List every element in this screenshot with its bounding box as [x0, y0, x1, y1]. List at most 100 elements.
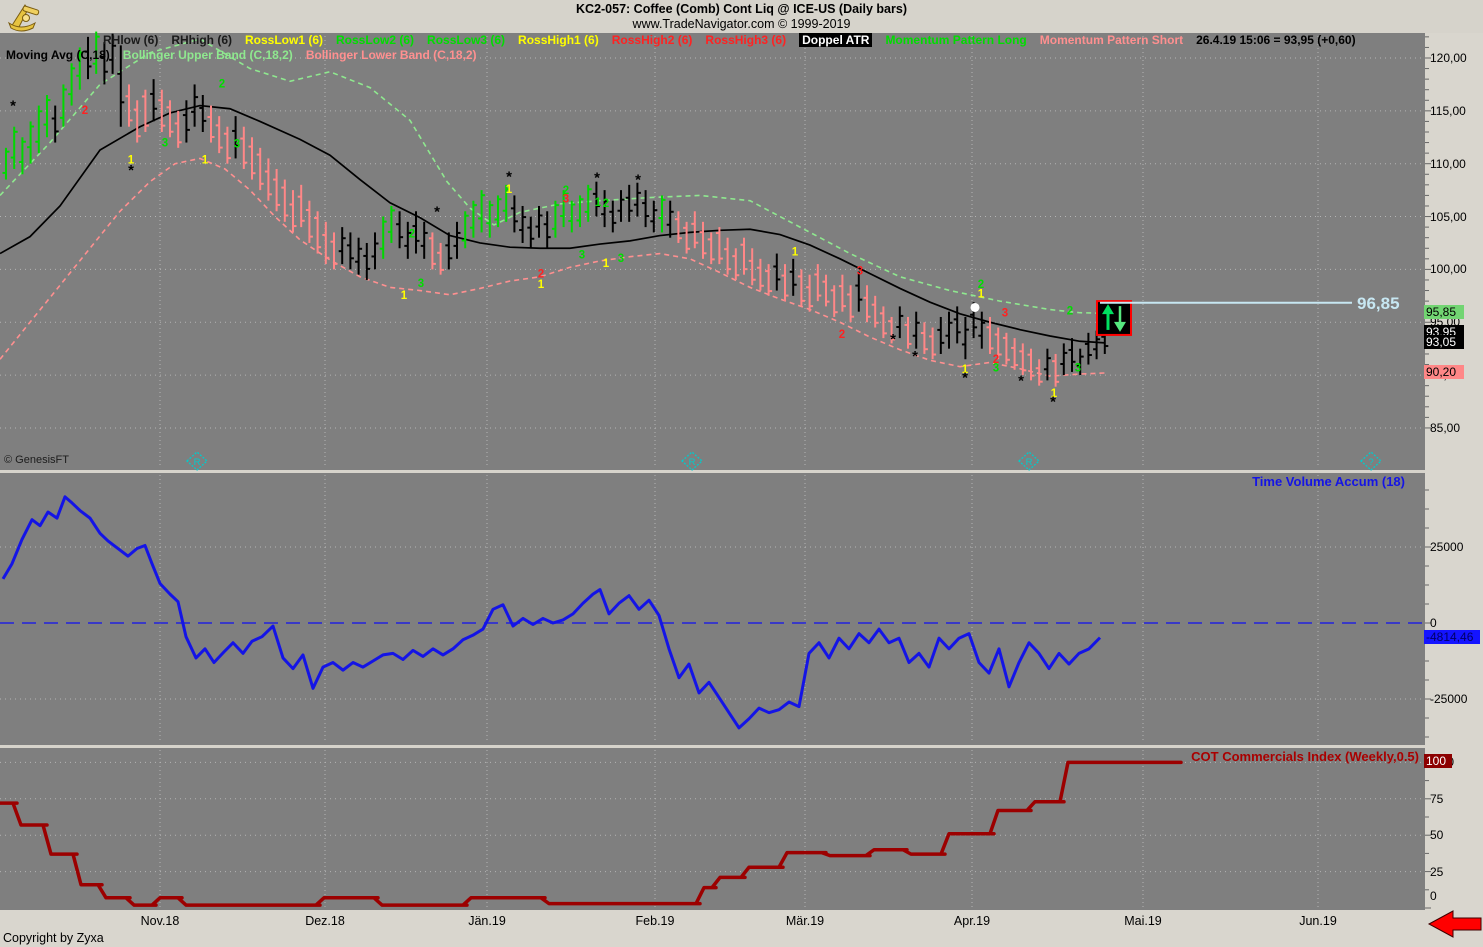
asterisk-marker: * — [434, 203, 440, 220]
price-bar — [741, 238, 748, 275]
legend-item-momentum-pattern-short[interactable]: Momentum Pattern Short — [1040, 33, 1183, 47]
asterisk-marker: * — [890, 331, 896, 348]
ross-hook-marker: 1 — [603, 258, 610, 270]
price-bar — [896, 306, 903, 338]
price-bar — [577, 195, 584, 227]
price-bar — [134, 100, 141, 142]
legend-item-momentum-pattern-long[interactable]: Momentum Pattern Long — [885, 33, 1026, 47]
price-callout-label: 96,85 — [1357, 294, 1400, 314]
legend-item-rosslow3-6-[interactable]: RossLow3 (6) — [427, 33, 505, 47]
ross-hook-marker: 1 — [401, 290, 408, 302]
price-bar — [224, 127, 231, 164]
rollover-diamond-marker[interactable]: R — [682, 452, 702, 470]
genesis-watermark: © GenesisFT — [4, 454, 69, 466]
price-bar — [921, 322, 928, 354]
ross-hook-marker: 2 — [1067, 306, 1073, 318]
price-bar — [27, 121, 34, 163]
price-badge: 95,85 — [1424, 305, 1464, 319]
rollover-diamond-marker[interactable]: R — [1019, 452, 1039, 470]
price-bar — [372, 232, 379, 269]
price-bar — [1003, 333, 1010, 365]
ross-hook-marker: 3 — [857, 265, 863, 277]
volume-panel-title[interactable]: Time Volume Accum (18) — [1252, 474, 1405, 489]
asterisk-marker: * — [10, 98, 16, 115]
price-bar — [445, 232, 452, 269]
scroll-left-arrow[interactable] — [1429, 911, 1481, 937]
price-bar — [765, 264, 772, 296]
price-bar — [478, 190, 485, 232]
legend-item-doppel-atr[interactable]: Doppel ATR — [799, 33, 872, 47]
ross-hook-marker: 1 — [792, 246, 799, 258]
legend-item-rosslow1-6-[interactable]: RossLow1 (6) — [245, 33, 323, 47]
price-bar — [298, 185, 305, 227]
last-quote-label: 26.4.19 15:06 = 93,95 (+0,60) — [1196, 33, 1355, 47]
price-bar — [905, 317, 912, 349]
legend-item-bollinger-lower-band-c-18-2-[interactable]: Bollinger Lower Band (C,18,2) — [306, 48, 477, 62]
rollover-diamond-marker[interactable]: ? — [1361, 452, 1381, 470]
price-bar — [44, 95, 51, 137]
price-bar — [732, 248, 739, 280]
price-bar — [675, 211, 682, 243]
legend-item-bollinger-upper-band-c-18-2-[interactable]: Bollinger Upper Band (C,18,2) — [123, 48, 293, 62]
price-axis-label: 120,00 — [1430, 51, 1480, 65]
ross-hook-marker: 1 — [506, 184, 513, 196]
month-label-feb-19: Feb.19 — [620, 914, 690, 928]
signal-box[interactable] — [1097, 301, 1131, 335]
price-bar — [544, 211, 551, 248]
copyright-label: Copyright by Zyxa — [3, 931, 104, 945]
price-bar — [831, 285, 838, 317]
price-bar — [798, 269, 805, 306]
legend-item-moving-avg-c-18-[interactable]: Moving Avg (C,18) — [6, 48, 110, 62]
rollover-diamond-marker[interactable]: R — [187, 452, 207, 470]
asterisk-marker: * — [128, 162, 134, 179]
cot-axis-label: 50 — [1430, 828, 1480, 842]
time-volume-accum-line — [3, 497, 1100, 728]
price-bar — [847, 285, 854, 322]
svg-text:R: R — [194, 457, 201, 468]
price-bar — [1019, 343, 1026, 375]
legend-item-rhlow-6-[interactable]: RHlow (6) — [103, 33, 158, 47]
price-bar — [872, 296, 879, 328]
price-bar — [1060, 343, 1067, 375]
asterisk-marker: * — [635, 172, 641, 189]
price-bar — [429, 232, 436, 269]
price-bar — [60, 84, 67, 126]
price-axis-label: 115,00 — [1430, 104, 1480, 118]
svg-text:R: R — [1026, 457, 1033, 468]
volume-axis-label: 0 — [1430, 616, 1480, 630]
app-logo-icon[interactable] — [5, 1, 47, 33]
price-bar — [749, 248, 756, 285]
legend-item-rosshigh1-6-[interactable]: RossHigh1 (6) — [518, 33, 599, 47]
price-bar — [199, 95, 206, 132]
legend-item-rosslow2-6-[interactable]: RossLow2 (6) — [336, 33, 414, 47]
ross-hook-marker: 3 — [234, 139, 240, 151]
price-bar — [126, 84, 133, 126]
legend-item-rosshigh2-6-[interactable]: RossHigh2 (6) — [612, 33, 693, 47]
legend-item-rhhigh-6-[interactable]: RHhigh (6) — [171, 33, 232, 47]
asterisk-marker: * — [594, 169, 600, 186]
cot-commercials-line — [0, 762, 1181, 905]
price-bar — [659, 195, 666, 232]
cot-axis-label: 0 — [1430, 889, 1480, 903]
price-bar — [232, 116, 239, 158]
price-bar — [823, 275, 830, 307]
month-label-m-r-19: Mär.19 — [770, 914, 840, 928]
volume-axis-label: 25000 — [1430, 540, 1480, 554]
month-label-j-n-19: Jän.19 — [452, 914, 522, 928]
ross-hook-marker: 2 — [82, 105, 88, 117]
ross-hook-marker: 3 — [418, 278, 424, 290]
price-bar — [183, 100, 190, 142]
cot-panel-title[interactable]: COT Commercials Index (Weekly,0.5) — [1191, 749, 1419, 764]
legend-item-rosshigh3-6-[interactable]: RossHigh3 (6) — [705, 33, 786, 47]
ross-hook-marker: 3 — [162, 138, 168, 150]
price-bar — [363, 243, 370, 280]
price-bar — [249, 137, 256, 179]
svg-text:R: R — [689, 457, 696, 468]
price-bar — [396, 211, 403, 248]
price-bar — [265, 158, 272, 200]
trade-navigator-window: KC2-057: Coffee (Comb) Cont Liq @ ICE-US… — [0, 0, 1483, 947]
price-axis-label: 85,00 — [1430, 421, 1480, 435]
asterisk-marker: * — [912, 348, 918, 365]
price-bar — [864, 285, 871, 322]
ross-hook-marker: 2 — [219, 78, 225, 90]
